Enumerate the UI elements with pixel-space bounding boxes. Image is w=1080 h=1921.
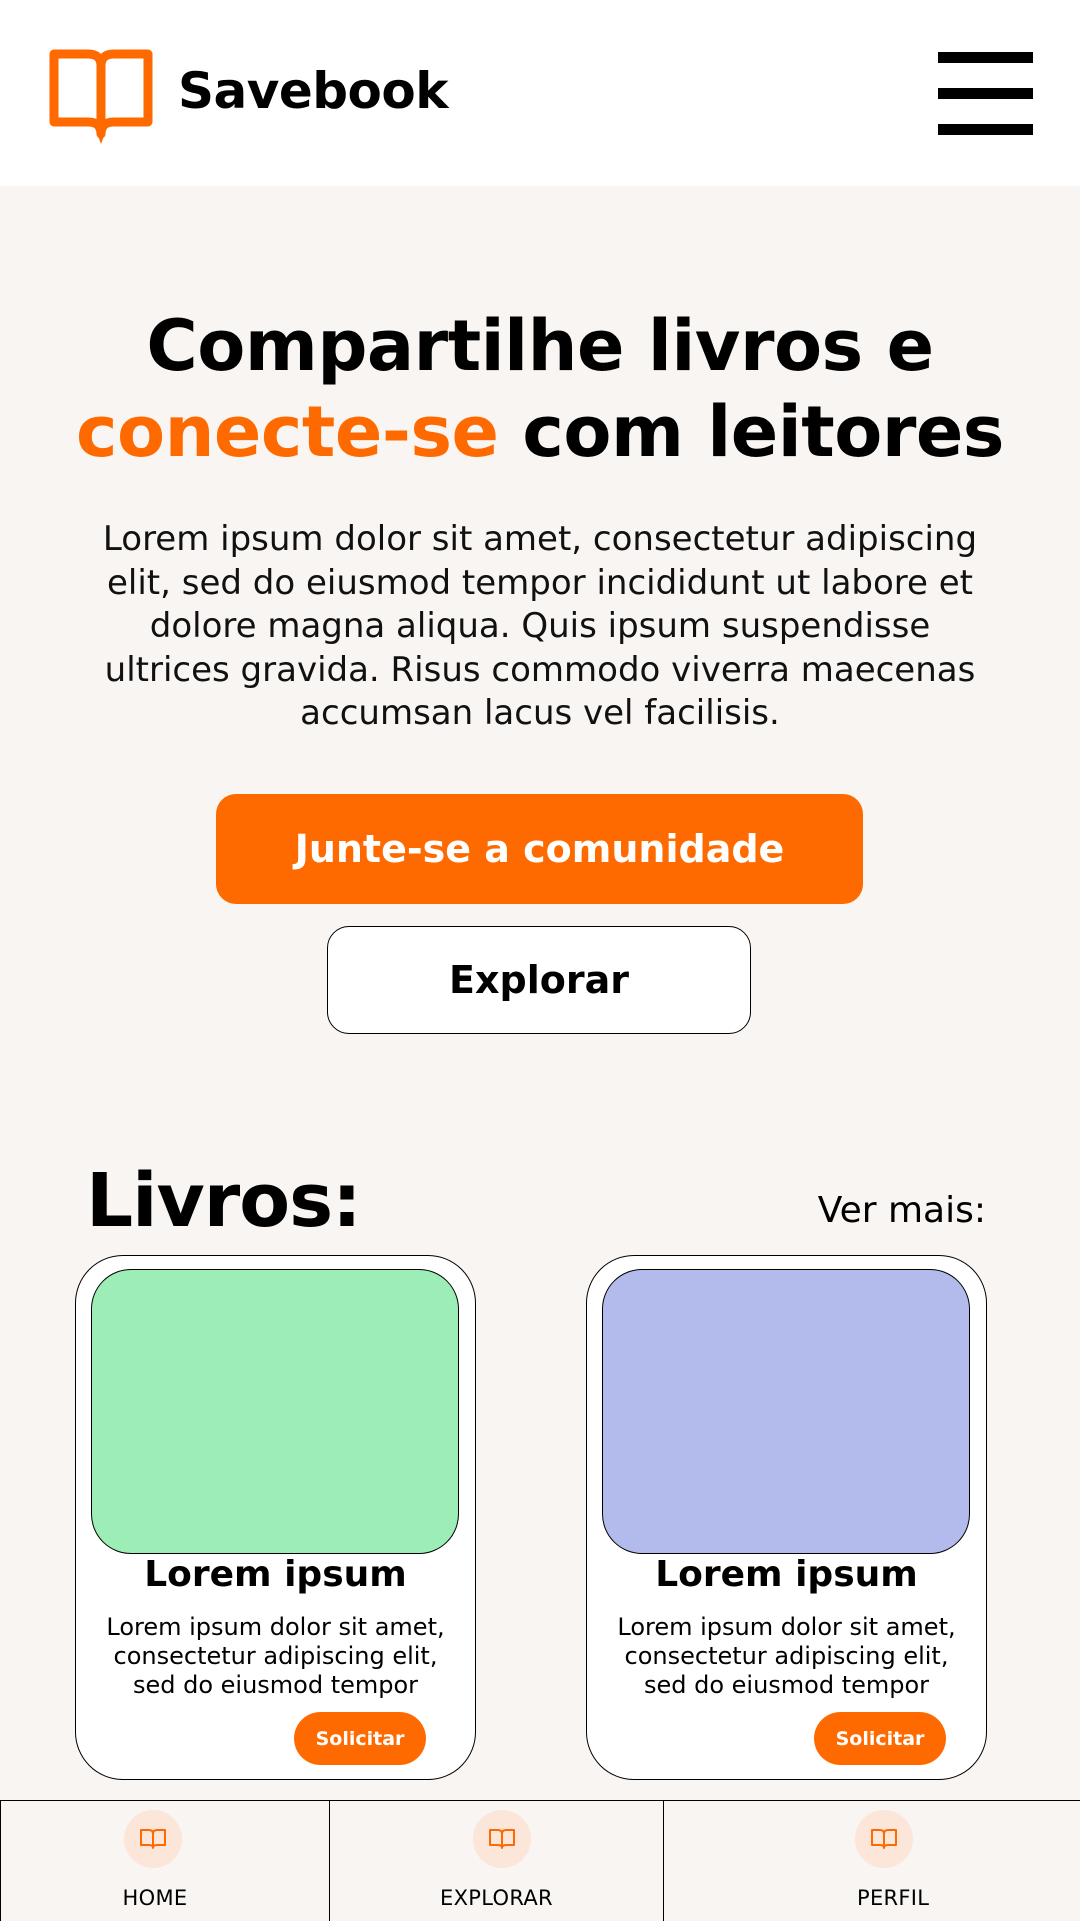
open-book-icon[interactable] bbox=[48, 48, 154, 148]
book-icon bbox=[124, 1810, 182, 1868]
brand-name[interactable]: Savebook bbox=[178, 62, 449, 120]
nav-item-home[interactable]: HOME bbox=[0, 1801, 330, 1921]
hero-title-line2: conecte-se com leitores bbox=[0, 389, 1080, 475]
request-button[interactable]: Solicitar bbox=[814, 1712, 946, 1765]
nav-label-explore: EXPLORAR bbox=[440, 1886, 553, 1910]
see-more-link[interactable]: Ver mais: bbox=[818, 1190, 986, 1231]
book-icon bbox=[855, 1810, 913, 1868]
book-description: Lorem ipsum dolor sit amet, consectetur … bbox=[106, 1613, 445, 1703]
menu-bar bbox=[938, 88, 1033, 99]
request-button[interactable]: Solicitar bbox=[294, 1712, 426, 1765]
hero-title: Compartilhe livros e conecte-se com leit… bbox=[0, 303, 1080, 475]
join-community-button[interactable]: Junte-se a comunidade bbox=[216, 794, 863, 904]
menu-bar bbox=[938, 52, 1033, 63]
books-section-title: Livros: bbox=[86, 1158, 362, 1244]
book-cover-image bbox=[602, 1269, 970, 1554]
book-description: Lorem ipsum dolor sit amet, consectetur … bbox=[617, 1613, 956, 1703]
book-title: Lorem ipsum bbox=[655, 1554, 918, 1595]
bottom-navigation: HOME EXPLORAR PERFIL bbox=[0, 1800, 1080, 1921]
nav-item-explore[interactable]: EXPLORAR bbox=[330, 1801, 664, 1921]
book-card[interactable]: Lorem ipsum Lorem ipsum dolor sit amet, … bbox=[75, 1255, 476, 1780]
explore-button[interactable]: Explorar bbox=[327, 926, 751, 1034]
hero-title-rest: com leitores bbox=[498, 391, 1004, 473]
book-title: Lorem ipsum bbox=[144, 1554, 407, 1595]
nav-label-profile: PERFIL bbox=[857, 1886, 930, 1910]
hero-title-accent: conecte-se bbox=[76, 391, 499, 473]
app-header: Savebook bbox=[0, 0, 1080, 186]
nav-item-profile[interactable]: PERFIL bbox=[664, 1801, 1080, 1921]
book-card[interactable]: Lorem ipsum Lorem ipsum dolor sit amet, … bbox=[586, 1255, 987, 1780]
hero-description: Lorem ipsum dolor sit amet, consectetur … bbox=[102, 519, 978, 733]
hero-title-line1: Compartilhe livros e bbox=[146, 305, 934, 387]
book-cover-image bbox=[91, 1269, 459, 1554]
hamburger-menu-icon[interactable] bbox=[938, 52, 1033, 135]
nav-label-home: HOME bbox=[122, 1886, 188, 1910]
book-icon bbox=[473, 1810, 531, 1868]
menu-bar bbox=[938, 124, 1033, 135]
